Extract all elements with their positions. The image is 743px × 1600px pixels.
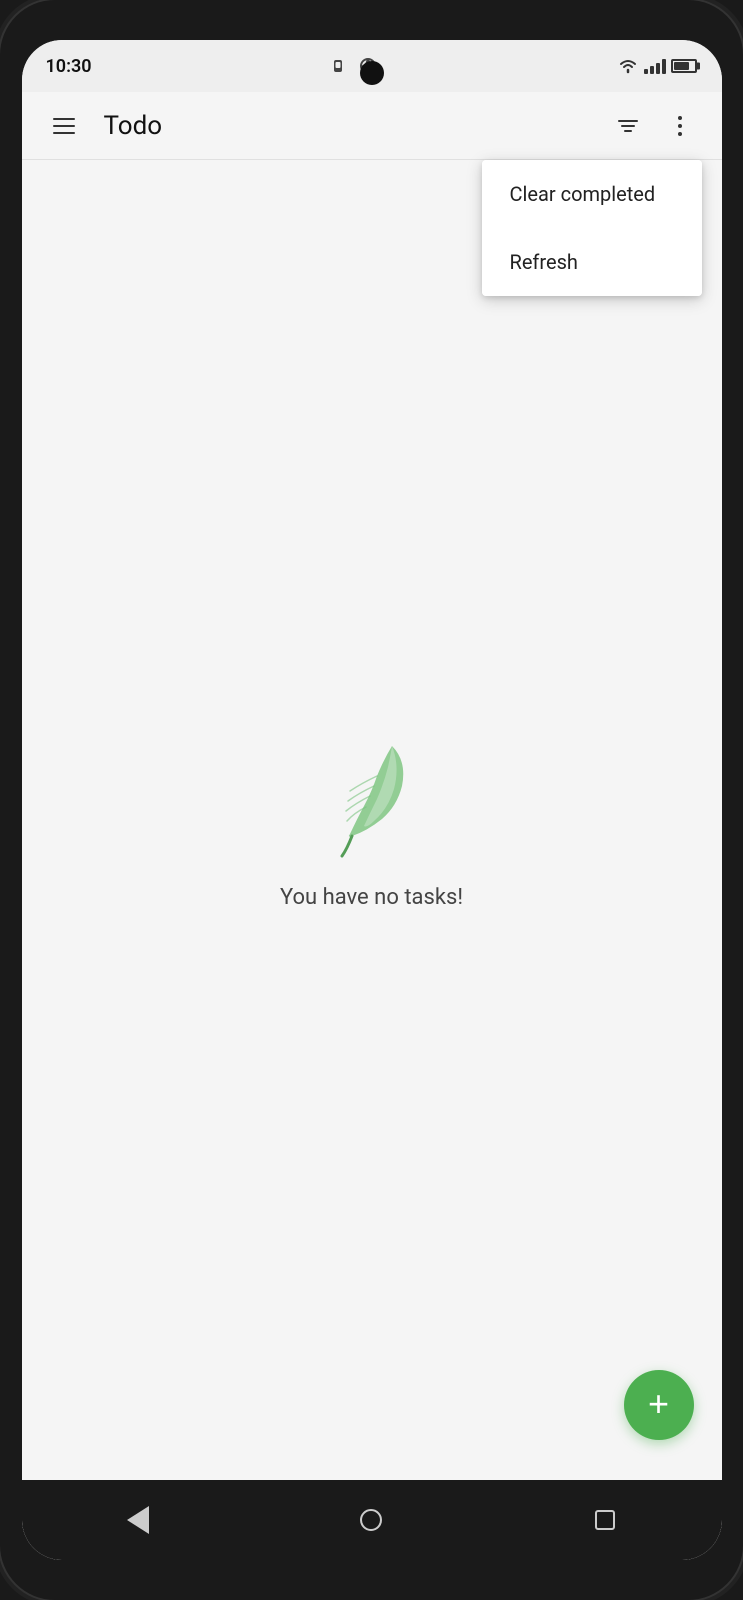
refresh-item[interactable]: Refresh [482, 228, 702, 296]
nav-recents-button[interactable] [575, 1498, 635, 1542]
camera-dot [360, 61, 384, 85]
phone-frame: 10:30 [0, 0, 743, 1600]
main-content: Clear completed Refresh [22, 160, 722, 1480]
dropdown-menu: Clear completed Refresh [482, 160, 702, 296]
app-bar: Todo [22, 92, 722, 160]
status-time: 10:30 [46, 56, 92, 77]
hamburger-button[interactable] [42, 104, 86, 148]
app-title: Todo [104, 111, 606, 141]
more-options-button[interactable] [658, 104, 702, 148]
status-bar: 10:30 [22, 40, 722, 92]
feather-icon [312, 731, 432, 861]
camera-area [332, 40, 412, 92]
phone-screen: 10:30 [22, 40, 722, 1560]
back-icon [127, 1506, 149, 1534]
add-task-button[interactable]: + [624, 1370, 694, 1440]
filter-icon [618, 120, 638, 132]
signal-icon [644, 58, 666, 74]
nav-bar [22, 1480, 722, 1560]
fab-plus-icon: + [648, 1386, 669, 1422]
filter-button[interactable] [606, 104, 650, 148]
nav-back-button[interactable] [108, 1498, 168, 1542]
nav-home-button[interactable] [341, 1498, 401, 1542]
clear-completed-item[interactable]: Clear completed [482, 160, 702, 228]
empty-message: You have no tasks! [280, 885, 463, 910]
empty-state: You have no tasks! [280, 731, 463, 910]
status-icons-right [617, 58, 697, 74]
home-icon [360, 1509, 382, 1531]
more-icon [678, 116, 682, 136]
app-bar-actions [606, 104, 702, 148]
wifi-icon [617, 58, 639, 74]
battery-icon [671, 59, 697, 73]
recents-icon [595, 1510, 615, 1530]
